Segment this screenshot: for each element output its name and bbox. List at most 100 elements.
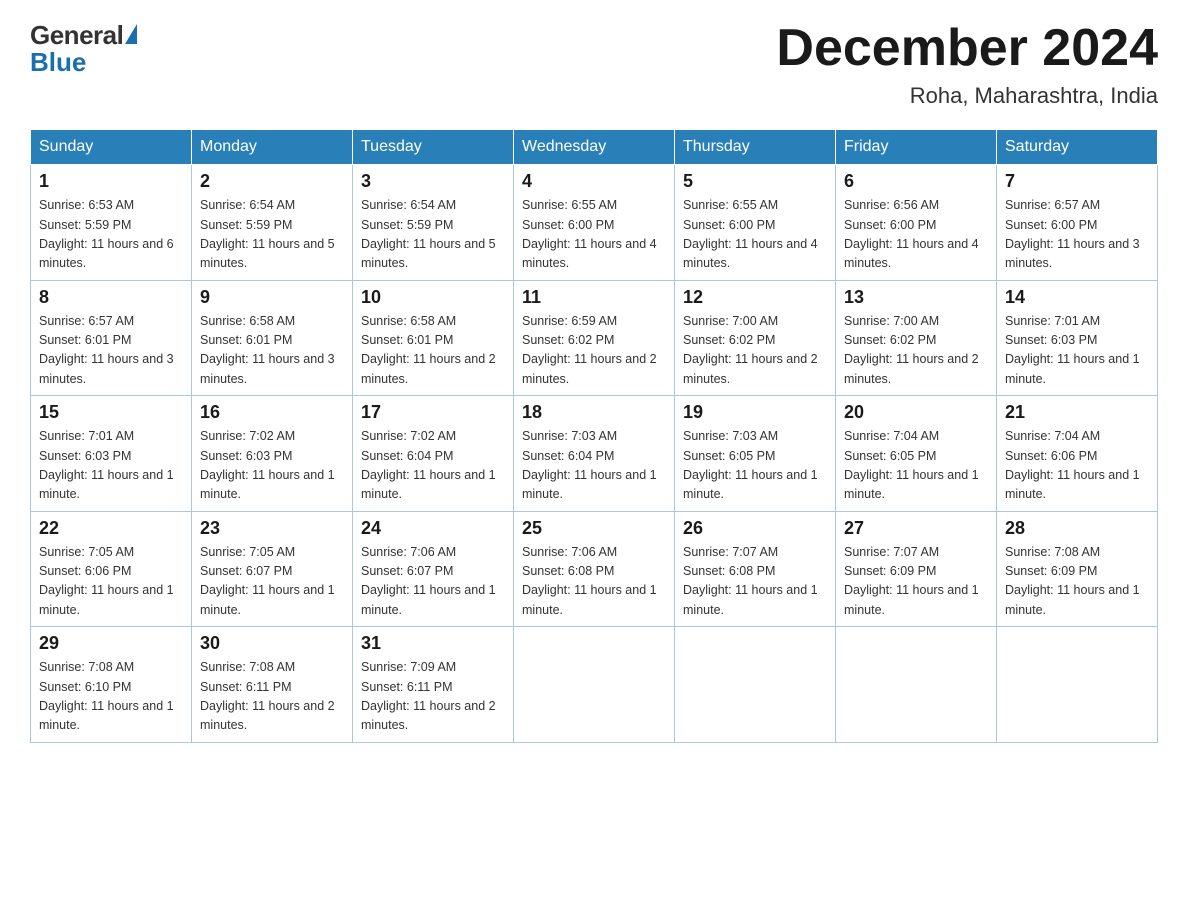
day-number: 3: [361, 171, 505, 192]
day-number: 9: [200, 287, 344, 308]
day-number: 17: [361, 402, 505, 423]
day-info: Sunrise: 7:06 AMSunset: 6:08 PMDaylight:…: [522, 543, 666, 621]
calendar-day-cell: 4Sunrise: 6:55 AMSunset: 6:00 PMDaylight…: [514, 165, 675, 281]
day-number: 21: [1005, 402, 1149, 423]
calendar-day-cell: 1 Sunrise: 6:53 AMSunset: 5:59 PMDaylight…: [31, 165, 192, 281]
title-block: December 2024 Roha, Maharashtra, India: [776, 20, 1158, 109]
calendar-day-cell: [675, 627, 836, 743]
day-info: Sunrise: 7:03 AMSunset: 6:05 PMDaylight:…: [683, 427, 827, 505]
logo-blue-text: Blue: [30, 47, 86, 78]
calendar-day-cell: 21 Sunrise: 7:04 AMSunset: 6:06 PMDayligh…: [997, 396, 1158, 512]
day-number: 29: [39, 633, 183, 654]
day-number: 2: [200, 171, 344, 192]
calendar-day-cell: 2 Sunrise: 6:54 AMSunset: 5:59 PMDaylight…: [192, 165, 353, 281]
calendar-day-cell: 11Sunrise: 6:59 AMSunset: 6:02 PMDayligh…: [514, 280, 675, 396]
calendar-day-cell: 31 Sunrise: 7:09 AMSunset: 6:11 PMDayligh…: [353, 627, 514, 743]
day-number: 13: [844, 287, 988, 308]
day-number: 10: [361, 287, 505, 308]
day-number: 19: [683, 402, 827, 423]
day-info: Sunrise: 7:07 AMSunset: 6:08 PMDaylight:…: [683, 543, 827, 621]
calendar-day-cell: 14Sunrise: 7:01 AMSunset: 6:03 PMDayligh…: [997, 280, 1158, 396]
day-info: Sunrise: 6:58 AMSunset: 6:01 PMDaylight:…: [200, 312, 344, 390]
calendar-week-row: 8 Sunrise: 6:57 AMSunset: 6:01 PMDaylight…: [31, 280, 1158, 396]
day-number: 12: [683, 287, 827, 308]
day-number: 22: [39, 518, 183, 539]
calendar-day-cell: 22 Sunrise: 7:05 AMSunset: 6:06 PMDayligh…: [31, 511, 192, 627]
day-info: Sunrise: 6:57 AMSunset: 6:00 PMDaylight:…: [1005, 196, 1149, 274]
calendar-day-cell: 15Sunrise: 7:01 AMSunset: 6:03 PMDayligh…: [31, 396, 192, 512]
day-info: Sunrise: 7:01 AMSunset: 6:03 PMDaylight:…: [39, 427, 183, 505]
calendar-day-cell: 13 Sunrise: 7:00 AMSunset: 6:02 PMDayligh…: [836, 280, 997, 396]
calendar-day-cell: [514, 627, 675, 743]
day-number: 7: [1005, 171, 1149, 192]
calendar-day-cell: 8 Sunrise: 6:57 AMSunset: 6:01 PMDaylight…: [31, 280, 192, 396]
calendar-day-cell: 16Sunrise: 7:02 AMSunset: 6:03 PMDayligh…: [192, 396, 353, 512]
day-info: Sunrise: 7:09 AMSunset: 6:11 PMDaylight:…: [361, 658, 505, 736]
calendar-day-cell: 17 Sunrise: 7:02 AMSunset: 6:04 PMDayligh…: [353, 396, 514, 512]
calendar-day-cell: 18Sunrise: 7:03 AMSunset: 6:04 PMDayligh…: [514, 396, 675, 512]
page-header: General Blue December 2024 Roha, Maharas…: [30, 20, 1158, 109]
day-of-week-header: Sunday: [31, 130, 192, 165]
logo-triangle-icon: [125, 24, 137, 44]
calendar-table: SundayMondayTuesdayWednesdayThursdayFrid…: [30, 129, 1158, 743]
calendar-day-cell: 19 Sunrise: 7:03 AMSunset: 6:05 PMDayligh…: [675, 396, 836, 512]
day-number: 31: [361, 633, 505, 654]
day-info: Sunrise: 7:08 AMSunset: 6:09 PMDaylight:…: [1005, 543, 1149, 621]
calendar-day-cell: 26 Sunrise: 7:07 AMSunset: 6:08 PMDayligh…: [675, 511, 836, 627]
calendar-week-row: 1 Sunrise: 6:53 AMSunset: 5:59 PMDaylight…: [31, 165, 1158, 281]
day-info: Sunrise: 6:55 AMSunset: 6:00 PMDaylight:…: [522, 196, 666, 274]
day-info: Sunrise: 6:54 AMSunset: 5:59 PMDaylight:…: [200, 196, 344, 274]
day-info: Sunrise: 7:08 AMSunset: 6:11 PMDaylight:…: [200, 658, 344, 736]
day-info: Sunrise: 6:59 AMSunset: 6:02 PMDaylight:…: [522, 312, 666, 390]
day-info: Sunrise: 7:00 AMSunset: 6:02 PMDaylight:…: [844, 312, 988, 390]
day-number: 5: [683, 171, 827, 192]
calendar-week-row: 22 Sunrise: 7:05 AMSunset: 6:06 PMDayligh…: [31, 511, 1158, 627]
day-number: 20: [844, 402, 988, 423]
calendar-day-cell: 12 Sunrise: 7:00 AMSunset: 6:02 PMDayligh…: [675, 280, 836, 396]
calendar-day-cell: 29 Sunrise: 7:08 AMSunset: 6:10 PMDayligh…: [31, 627, 192, 743]
day-info: Sunrise: 7:02 AMSunset: 6:04 PMDaylight:…: [361, 427, 505, 505]
day-of-week-header: Tuesday: [353, 130, 514, 165]
day-of-week-header: Friday: [836, 130, 997, 165]
day-info: Sunrise: 7:04 AMSunset: 6:05 PMDaylight:…: [844, 427, 988, 505]
day-number: 16: [200, 402, 344, 423]
day-number: 25: [522, 518, 666, 539]
calendar-day-cell: 20 Sunrise: 7:04 AMSunset: 6:05 PMDayligh…: [836, 396, 997, 512]
day-info: Sunrise: 7:03 AMSunset: 6:04 PMDaylight:…: [522, 427, 666, 505]
day-number: 23: [200, 518, 344, 539]
day-info: Sunrise: 6:55 AMSunset: 6:00 PMDaylight:…: [683, 196, 827, 274]
day-info: Sunrise: 7:06 AMSunset: 6:07 PMDaylight:…: [361, 543, 505, 621]
day-number: 27: [844, 518, 988, 539]
calendar-day-cell: 5 Sunrise: 6:55 AMSunset: 6:00 PMDaylight…: [675, 165, 836, 281]
day-number: 30: [200, 633, 344, 654]
calendar-day-cell: [836, 627, 997, 743]
calendar-day-cell: 6 Sunrise: 6:56 AMSunset: 6:00 PMDaylight…: [836, 165, 997, 281]
calendar-day-cell: 25 Sunrise: 7:06 AMSunset: 6:08 PMDayligh…: [514, 511, 675, 627]
day-info: Sunrise: 6:58 AMSunset: 6:01 PMDaylight:…: [361, 312, 505, 390]
day-info: Sunrise: 6:53 AMSunset: 5:59 PMDaylight:…: [39, 196, 183, 274]
day-of-week-header: Thursday: [675, 130, 836, 165]
day-number: 28: [1005, 518, 1149, 539]
calendar-day-cell: [997, 627, 1158, 743]
day-of-week-header: Monday: [192, 130, 353, 165]
calendar-week-row: 29 Sunrise: 7:08 AMSunset: 6:10 PMDayligh…: [31, 627, 1158, 743]
calendar-day-cell: 30 Sunrise: 7:08 AMSunset: 6:11 PMDayligh…: [192, 627, 353, 743]
day-number: 26: [683, 518, 827, 539]
calendar-day-cell: 24 Sunrise: 7:06 AMSunset: 6:07 PMDayligh…: [353, 511, 514, 627]
day-info: Sunrise: 7:05 AMSunset: 6:06 PMDaylight:…: [39, 543, 183, 621]
day-of-week-header: Saturday: [997, 130, 1158, 165]
logo: General Blue: [30, 20, 137, 78]
calendar-day-cell: 28 Sunrise: 7:08 AMSunset: 6:09 PMDayligh…: [997, 511, 1158, 627]
day-number: 8: [39, 287, 183, 308]
day-number: 6: [844, 171, 988, 192]
day-info: Sunrise: 7:01 AMSunset: 6:03 PMDaylight:…: [1005, 312, 1149, 390]
calendar-day-cell: 23Sunrise: 7:05 AMSunset: 6:07 PMDayligh…: [192, 511, 353, 627]
day-info: Sunrise: 7:04 AMSunset: 6:06 PMDaylight:…: [1005, 427, 1149, 505]
day-info: Sunrise: 6:57 AMSunset: 6:01 PMDaylight:…: [39, 312, 183, 390]
day-info: Sunrise: 7:08 AMSunset: 6:10 PMDaylight:…: [39, 658, 183, 736]
day-number: 1: [39, 171, 183, 192]
day-number: 24: [361, 518, 505, 539]
calendar-header-row: SundayMondayTuesdayWednesdayThursdayFrid…: [31, 130, 1158, 165]
day-info: Sunrise: 7:00 AMSunset: 6:02 PMDaylight:…: [683, 312, 827, 390]
day-info: Sunrise: 6:56 AMSunset: 6:00 PMDaylight:…: [844, 196, 988, 274]
